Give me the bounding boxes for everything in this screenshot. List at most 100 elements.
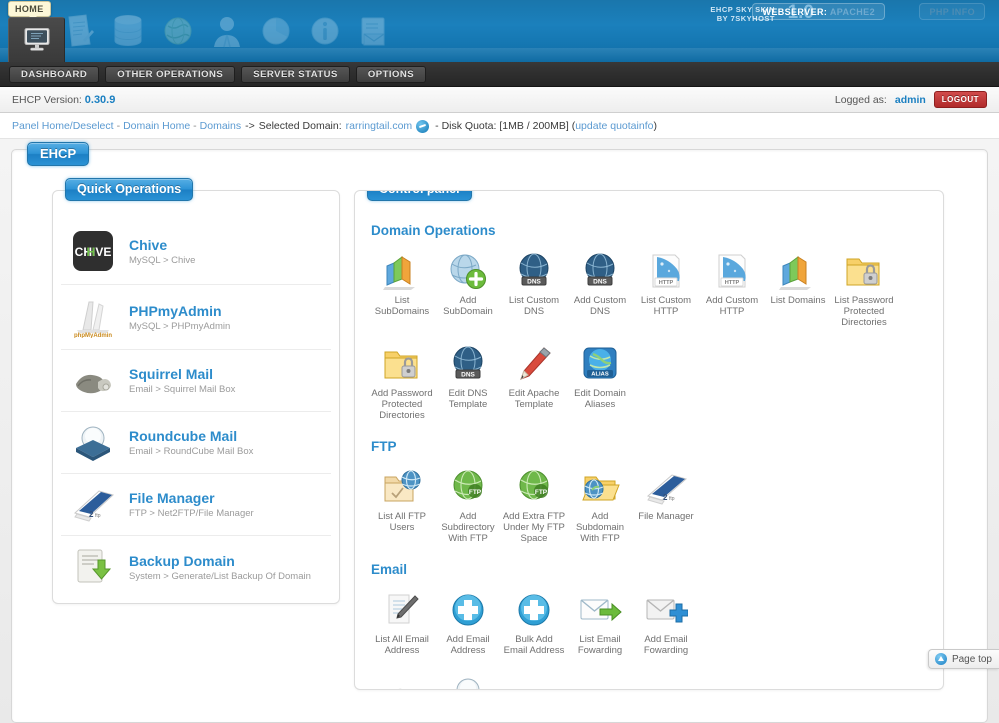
user-icon[interactable]: [211, 14, 243, 48]
breadcrumb-domain-home[interactable]: Domain Home: [123, 120, 190, 132]
logged-as-label: Logged as:: [834, 93, 887, 106]
tile-add-subdomain[interactable]: Add SubDomain: [435, 247, 501, 328]
net2ftp-icon: 2 ftp: [633, 463, 699, 507]
tile-list-email-fowarding[interactable]: List Email Fowarding: [567, 586, 633, 656]
tile-list-custom-http[interactable]: HTTP List Custom HTTP: [633, 247, 699, 328]
breadcrumb-panel-home[interactable]: Panel Home/Deselect: [12, 120, 114, 132]
logged-user: admin: [894, 93, 926, 106]
quota-close-paren: ): [653, 119, 657, 132]
envelope-plus-icon: [633, 586, 699, 630]
globe-icon[interactable]: [162, 15, 194, 47]
breadcrumb-domains[interactable]: Domains: [200, 120, 241, 132]
list-item-title: Roundcube Mail: [129, 428, 238, 444]
login-status: Logged as: admin LOGOUT: [835, 91, 987, 108]
logout-button[interactable]: LOGOUT: [933, 91, 987, 108]
tile-add-subdomain-with-ftp[interactable]: Add Subdomain With FTP: [567, 463, 633, 544]
page-body: EHCP Quick Operations CHIVE H Chive MySQ…: [0, 139, 999, 723]
list-item[interactable]: Roundcube Mail Email > RoundCube Mail Bo…: [61, 412, 331, 474]
list-item[interactable]: phpMyAdmin PHPmyAdmin MySQL > PHPmyAdmin: [61, 285, 331, 350]
tile-list-subdomains[interactable]: List SubDomains: [369, 247, 435, 328]
tile-file-manager[interactable]: 2 ftp File Manager: [633, 463, 699, 544]
quick-operations-panel: Quick Operations CHIVE H Chive MySQL > C…: [52, 178, 340, 604]
tile-add-password-protected-directories[interactable]: Add Password Protected Directories: [369, 340, 435, 421]
tile-edit-domain-aliases[interactable]: ALIAS Edit Domain Aliases: [567, 340, 633, 421]
tile-label: Bulk Add Email Address: [503, 634, 565, 656]
selected-domain-value[interactable]: rarringtail.com: [346, 120, 413, 132]
tile-list-custom-dns[interactable]: DNS List Custom DNS: [501, 247, 567, 328]
monitor-icon: [22, 27, 52, 53]
globe-dns-icon: DNS: [435, 340, 501, 384]
webserver-button[interactable]: WEBSERVER: APACHE2: [752, 3, 885, 20]
ehcp-version: EHCP Version: 0.30.9: [12, 94, 115, 106]
tile-label: List Custom HTTP: [640, 295, 692, 317]
webserver-value: APACHE2: [829, 7, 875, 17]
tile-list-domains[interactable]: List Domains: [765, 247, 831, 328]
pie-chart-icon[interactable]: [260, 15, 292, 47]
tile-add-email-fowarding[interactable]: Add Email Fowarding: [633, 586, 699, 656]
tile-list-all-email-address[interactable]: List All Email Address: [369, 586, 435, 656]
phpinfo-button[interactable]: PHP INFO: [919, 3, 985, 20]
nav-item-other-operations[interactable]: OTHER OPERATIONS: [105, 65, 236, 83]
webserver-label: WEBSERVER:: [762, 7, 828, 17]
tile-label: List All FTP Users: [377, 511, 427, 533]
svg-text:2: 2: [663, 493, 668, 502]
list-item-title: Backup Domain: [129, 552, 235, 569]
svg-text:2: 2: [89, 510, 94, 519]
tile-add-custom-dns[interactable]: DNS Add Custom DNS: [567, 247, 633, 328]
list-item[interactable]: 2 ftp File Manager FTP > Net2FTP/File Ma…: [61, 474, 331, 536]
tile-edit-apache-template[interactable]: Edit Apache Template: [501, 340, 567, 421]
alias-icon: ALIAS: [567, 340, 633, 384]
disk-quota-label: - Disk Quota: [1MB / 200MB] (: [435, 119, 576, 132]
breadcrumb-sep: -: [193, 119, 197, 132]
section-heading-email: Email: [371, 562, 408, 577]
tile-add-custom-http[interactable]: HTTP Add Custom HTTP: [699, 247, 765, 328]
svg-text:ftp: ftp: [95, 513, 101, 519]
http-icon: HTTP: [633, 247, 699, 291]
tile-bulk-add-email-address[interactable]: Bulk Add Email Address: [501, 586, 567, 656]
list-item[interactable]: CHIVE H Chive MySQL > Chive: [61, 218, 331, 285]
blue-plus-icon: [501, 586, 567, 630]
home-tab[interactable]: HOME: [8, 0, 65, 62]
domain-status-icon[interactable]: [416, 120, 430, 133]
tile-edit-dns-template[interactable]: DNS Edit DNS Template: [435, 340, 501, 421]
tile-label: Add Email Address: [446, 634, 490, 656]
svg-text:HTTP: HTTP: [659, 280, 674, 286]
tile-squirrel-mail-partial[interactable]: [369, 668, 435, 689]
globe-dns-icon: DNS: [567, 247, 633, 291]
tile-label: Edit Apache Template: [508, 388, 560, 410]
mail-archive-icon[interactable]: [358, 14, 390, 48]
page-top-button[interactable]: Page top: [927, 649, 999, 669]
list-item[interactable]: Squirrel Mail Email > Squirrel Mail Box: [61, 350, 331, 412]
roundcube-icon: [65, 424, 121, 462]
tile-roundcube-partial[interactable]: [435, 668, 501, 689]
globe-dns-icon: DNS: [501, 247, 567, 291]
tile-add-extra-ftp-under-my-ftp-space[interactable]: FTP Add Extra FTP Under My FTP Space: [501, 463, 567, 544]
tile-list-all-ftp-users[interactable]: List All FTP Users: [369, 463, 435, 544]
tile-add-subdirectory-with-ftp[interactable]: FTP Add Subdirectory With FTP: [435, 463, 501, 544]
ehcp-version-value: 0.30.9: [84, 93, 116, 106]
database-icon[interactable]: [111, 14, 145, 48]
svg-text:FTP: FTP: [535, 489, 548, 496]
folder-globe-open-icon: [567, 463, 633, 507]
version-bar: EHCP Version: 0.30.9 Logged as: admin LO…: [0, 87, 999, 113]
tile-label: List SubDomains: [374, 295, 430, 317]
tile-add-email-address[interactable]: Add Email Address: [435, 586, 501, 656]
svg-text:DNS: DNS: [461, 372, 475, 379]
phpmyadmin-icon: phpMyAdmin: [65, 296, 121, 338]
home-button[interactable]: [8, 17, 65, 62]
info-icon[interactable]: [309, 15, 341, 47]
nav-item-server-status[interactable]: SERVER STATUS: [241, 65, 350, 83]
nav-item-options[interactable]: OPTIONS: [355, 65, 427, 83]
list-item-sub: FTP > Net2FTP/File Manager: [129, 508, 254, 519]
nav-item-dashboard[interactable]: DASHBOARD: [9, 65, 100, 83]
tile-list-password-protected-directories[interactable]: List Password Protected Directories: [831, 247, 897, 328]
green-ftp-icon: FTP: [435, 463, 501, 507]
list-item[interactable]: Backup Domain System > Generate/List Bac…: [61, 536, 331, 598]
list-item-sub: System > Generate/List Backup Of Domain: [129, 570, 311, 582]
notepad-icon[interactable]: [64, 14, 94, 48]
update-quota-link[interactable]: update quotainfo: [575, 120, 653, 132]
svg-text:DNS: DNS: [527, 279, 541, 286]
ehcp-tab[interactable]: EHCP: [27, 142, 90, 166]
folder-lock-icon: [831, 247, 897, 291]
control-panel-body: Domain Operations List SubDomains Add Su…: [355, 191, 943, 689]
